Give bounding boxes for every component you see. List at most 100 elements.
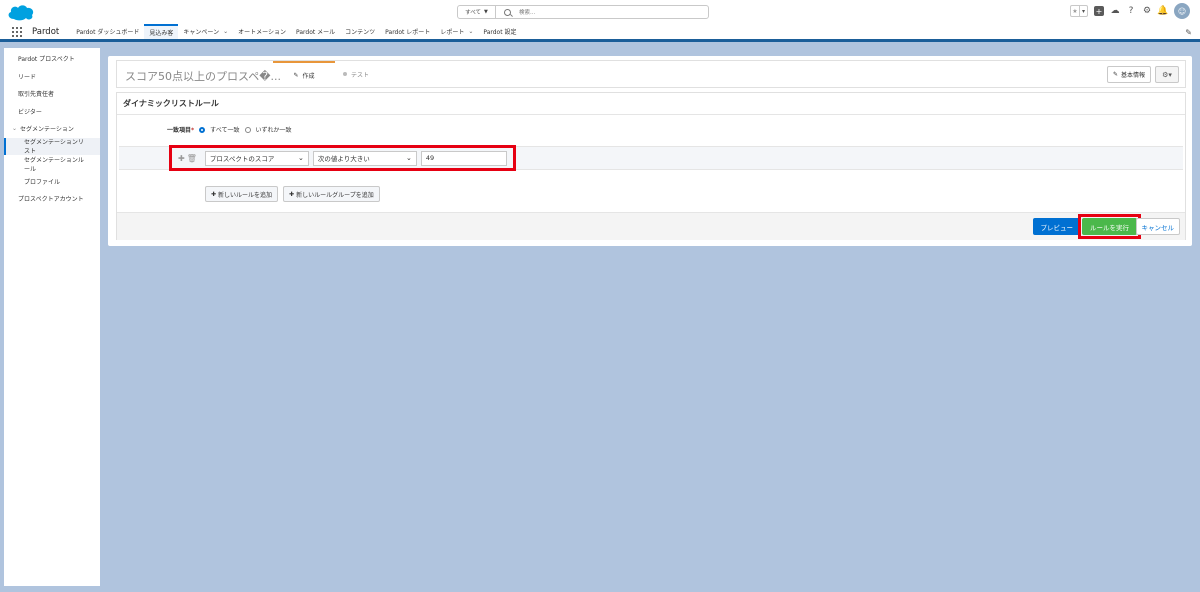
rule-operator-select[interactable]: 次の値より大きい ⌄: [312, 150, 417, 166]
nav-item-content[interactable]: コンテンツ: [340, 24, 380, 39]
bell-icon[interactable]: 🔔: [1157, 6, 1168, 16]
nav-item-dashboard[interactable]: Pardot ダッシュボード: [71, 24, 144, 39]
prospects-sidebar: Pardot プロスペクト リード 取引先責任者 ビジター ⌄ セグメンテーション…: [4, 48, 100, 586]
chevron-down-icon[interactable]: ⌄: [223, 28, 228, 35]
nav-item-label: オートメーション: [238, 29, 287, 36]
sidebar-item-label: セグメンテーション: [20, 126, 74, 134]
sidebar-item-profiles[interactable]: プロファイル: [4, 173, 100, 191]
nav-item-label: キャンペーン: [183, 29, 220, 36]
nav-item-label: Pardot 設定: [483, 29, 517, 36]
tab-edit-label: 作成: [302, 72, 315, 80]
sidebar-item-leads[interactable]: リード: [4, 68, 100, 86]
sidebar-item-label: ビジター: [18, 108, 42, 116]
sidebar-item-label: リード: [18, 73, 37, 81]
search-scope-label: すべて: [465, 10, 482, 16]
salesforce-logo[interactable]: [6, 3, 36, 21]
add-rule-button[interactable]: ✚ 新しいルールを追加: [205, 186, 279, 202]
rule-field-value: プロスペクトのスコア: [209, 155, 275, 163]
nav-item-prospects[interactable]: 見込み客: [144, 24, 179, 39]
trailhead-icon[interactable]: ☁: [1110, 6, 1120, 16]
favorites-control: ★ ▾: [1070, 5, 1088, 17]
match-any-radio[interactable]: [244, 126, 251, 133]
global-actions-icon[interactable]: +: [1094, 6, 1104, 16]
sidebar-item-contacts[interactable]: 取引先責任者: [4, 85, 100, 103]
tab-edit[interactable]: ✎ 作成: [273, 61, 335, 87]
nav-item-label: 見込み客: [149, 30, 174, 37]
match-all-radio[interactable]: [199, 126, 206, 133]
edit-icon: ✎: [293, 71, 299, 79]
chevron-down-icon[interactable]: ⌄: [468, 28, 473, 35]
global-search: すべて ▼ 検索...: [457, 5, 709, 19]
nav-item-label: Pardot メール: [296, 29, 336, 36]
search-scope-dropdown[interactable]: すべて ▼: [458, 6, 496, 18]
sidebar-item-label: セグメンテーションルール: [24, 156, 84, 173]
plus-icon: ✚: [211, 190, 217, 198]
basic-info-label: 基本情報: [1120, 72, 1145, 79]
sidebar-item-label: Pardot プロスペクト: [18, 56, 75, 64]
nav-item-reports[interactable]: レポート ⌄: [435, 24, 478, 39]
nav-item-pardot-reports[interactable]: Pardot レポート: [380, 24, 435, 39]
header-utility-icons: ★ ▾ + ☁ ? ⚙ 🔔 ☺: [1070, 3, 1190, 19]
favorites-dropdown-icon[interactable]: ▾: [1079, 6, 1087, 16]
chevron-down-icon: ⌄: [12, 125, 18, 133]
gear-icon[interactable]: ⚙: [1142, 6, 1152, 16]
status-dot-icon: [343, 72, 347, 76]
sidebar-item-segmentation[interactable]: ⌄ セグメンテーション: [4, 120, 100, 138]
edit-nav-pencil-icon[interactable]: ✎: [1185, 28, 1192, 37]
nav-item-automation[interactable]: オートメーション: [233, 24, 291, 39]
basic-info-button[interactable]: ✎ 基本情報: [1106, 66, 1151, 83]
trash-icon[interactable]: 🗑: [187, 154, 197, 163]
add-rule-group-button[interactable]: ✚ 新しいルールグループを追加: [283, 186, 380, 202]
global-header: すべて ▼ 検索... ★ ▾ + ☁ ? ⚙ 🔔 ☺: [0, 0, 1200, 24]
cancel-button[interactable]: キャンセル: [1135, 218, 1180, 235]
rule-row-actions: ✚ 🗑: [178, 154, 197, 163]
nav-items: Pardot ダッシュボード 見込み客 キャンペーン ⌄ オートメーション Par…: [71, 24, 521, 39]
nav-item-pardot-email[interactable]: Pardot メール: [291, 24, 340, 39]
help-icon[interactable]: ?: [1126, 6, 1136, 16]
match-all-label: すべて一致: [210, 127, 240, 134]
sidebar-item-pardot-prospects[interactable]: Pardot プロスペクト: [4, 50, 100, 68]
app-navigation-bar: Pardot Pardot ダッシュボード 見込み客 キャンペーン ⌄ オートメー…: [0, 24, 1200, 42]
avatar[interactable]: ☺: [1174, 3, 1190, 19]
page-title: スコア50点以上のプロスペ�...: [125, 70, 281, 83]
sidebar-item-label: セグメンテーションリスト: [24, 139, 84, 156]
sidebar-item-label: プロスペクトアカウント: [18, 196, 84, 204]
pencil-icon: ✎: [1112, 71, 1118, 78]
dynamic-list-editor: スコア50点以上のプロスペ�... ✎ 作成 テスト ✎ 基本情報 ⚙▾ ダイナ…: [108, 56, 1192, 246]
rule-field-select[interactable]: プロスペクトのスコア ⌄: [204, 150, 309, 166]
editor-title-bar: スコア50点以上のプロスペ�... ✎ 作成 テスト ✎ 基本情報 ⚙▾: [116, 60, 1186, 88]
chevron-down-icon: ⌄: [297, 154, 304, 162]
sidebar-item-segmentation-rules[interactable]: セグメンテーションルール: [4, 155, 100, 173]
settings-menu-button[interactable]: ⚙▾: [1155, 66, 1179, 83]
sidebar-item-segmentation-lists[interactable]: セグメンテーションリスト: [4, 137, 100, 156]
rule-value-input[interactable]: 49: [420, 150, 507, 166]
app-name: Pardot: [32, 26, 60, 37]
preview-button[interactable]: プレビュー: [1032, 218, 1081, 235]
add-buttons: ✚ 新しいルールを追加 ✚ 新しいルールグループを追加: [205, 186, 380, 202]
add-icon[interactable]: ✚: [178, 154, 185, 163]
section-title: ダイナミックリストルール: [123, 99, 219, 108]
sidebar-item-visitors[interactable]: ビジター: [4, 103, 100, 121]
rule-footer: プレビュー ルールを実行 キャンセル: [117, 212, 1185, 240]
add-rule-group-label: 新しいルールグループを追加: [296, 191, 374, 199]
nav-item-label: Pardot ダッシュボード: [76, 29, 140, 36]
match-any-label: いずれか一致: [255, 127, 292, 134]
sidebar-item-prospect-accounts[interactable]: プロスペクトアカウント: [4, 190, 100, 208]
nav-item-campaigns[interactable]: キャンペーン ⌄: [178, 24, 233, 39]
nav-item-label: レポート: [440, 29, 465, 36]
required-marker: *: [191, 127, 195, 134]
nav-item-label: Pardot レポート: [385, 29, 431, 36]
match-type-group: 一致項目* すべて一致 いずれか一致: [167, 125, 292, 134]
nav-item-pardot-settings[interactable]: Pardot 設定: [478, 24, 521, 39]
search-input[interactable]: 検索...: [519, 8, 535, 16]
run-rules-button[interactable]: ルールを実行: [1082, 218, 1137, 235]
sidebar-item-label: プロファイル: [24, 178, 61, 186]
tab-test[interactable]: テスト: [343, 61, 391, 87]
star-icon[interactable]: ★: [1071, 6, 1079, 16]
app-launcher-icon[interactable]: [12, 26, 22, 37]
divider: [117, 114, 1185, 115]
rule-panel: ダイナミックリストルール 一致項目* すべて一致 いずれか一致 ✚ 🗑 プロスペ…: [116, 92, 1186, 240]
nav-item-label: コンテンツ: [345, 29, 376, 36]
rule-operator-value: 次の値より大きい: [317, 155, 370, 163]
run-button-highlight: ルールを実行: [1078, 214, 1141, 239]
